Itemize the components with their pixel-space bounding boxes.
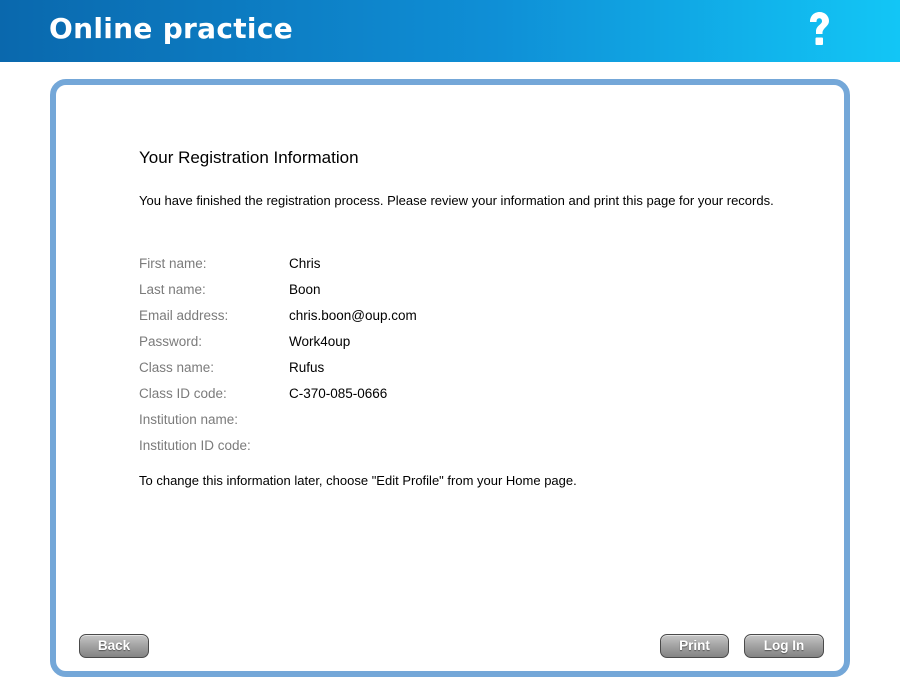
- field-value: Rufus: [289, 359, 325, 375]
- page-title: Your Registration Information: [139, 148, 359, 167]
- info-row-email: Email address: chris.boon@oup.com: [139, 302, 417, 328]
- field-label: First name:: [139, 255, 207, 271]
- registration-info-table: First name: Chris Last name: Boon Email …: [139, 250, 417, 458]
- field-label: Class name:: [139, 359, 215, 375]
- back-button[interactable]: Back: [79, 634, 149, 658]
- print-button[interactable]: Print: [660, 634, 729, 658]
- app-title: Online practice: [49, 12, 294, 45]
- info-row-institution-id: Institution ID code:: [139, 432, 417, 458]
- field-label: Class ID code:: [139, 385, 227, 401]
- info-row-institution-name: Institution name:: [139, 406, 417, 432]
- field-value: [289, 406, 417, 432]
- info-row-last-name: Last name: Boon: [139, 276, 417, 302]
- info-row-password: Password: Work4oup: [139, 328, 417, 354]
- field-label: Institution ID code:: [139, 437, 251, 453]
- field-value: [289, 432, 417, 458]
- field-value: Chris: [289, 255, 321, 271]
- log-in-button[interactable]: Log In: [744, 634, 824, 658]
- field-label: Password:: [139, 333, 203, 349]
- field-value: chris.boon@oup.com: [289, 307, 417, 323]
- field-value: Boon: [289, 281, 321, 297]
- info-row-class-name: Class name: Rufus: [139, 354, 417, 380]
- info-row-first-name: First name: Chris: [139, 250, 417, 276]
- edit-profile-note: To change this information later, choose…: [139, 473, 577, 488]
- field-value: C-370-085-0666: [289, 385, 388, 401]
- field-label: Email address:: [139, 307, 229, 323]
- field-label: Last name:: [139, 281, 206, 297]
- info-row-class-id: Class ID code: C-370-085-0666: [139, 380, 417, 406]
- question-mark-icon[interactable]: [805, 11, 833, 47]
- field-label: Institution name:: [139, 411, 239, 427]
- registration-panel: Your Registration Information You have f…: [50, 79, 850, 677]
- app-header: Online practice: [0, 0, 900, 62]
- field-value: Work4oup: [289, 333, 351, 349]
- intro-text: You have finished the registration proce…: [139, 193, 774, 208]
